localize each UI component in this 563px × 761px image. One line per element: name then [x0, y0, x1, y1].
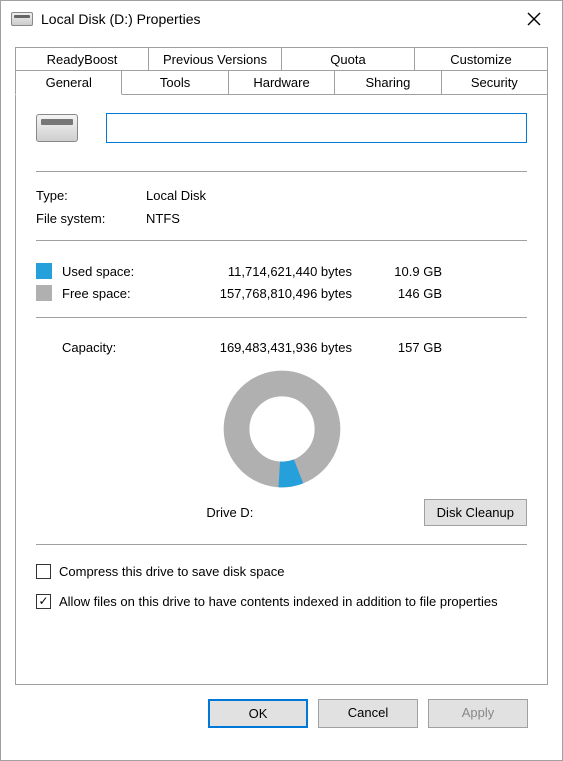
index-checkbox[interactable]: [36, 594, 51, 609]
close-button[interactable]: [514, 5, 554, 33]
tab-quota[interactable]: Quota: [282, 47, 415, 71]
compress-label: Compress this drive to save disk space: [59, 563, 284, 581]
capacity-label: Capacity:: [62, 340, 182, 355]
filesystem-row: File system: NTFS: [36, 211, 527, 226]
separator: [36, 240, 527, 241]
tab-panel-general: Type: Local Disk File system: NTFS Used …: [15, 94, 548, 685]
tab-security[interactable]: Security: [442, 70, 548, 94]
drive-row: Drive D: Disk Cleanup: [36, 499, 527, 526]
free-readable: 146 GB: [372, 286, 442, 301]
donut-chart-icon: [222, 369, 342, 489]
content-area: ReadyBoost Previous Versions Quota Custo…: [1, 37, 562, 760]
space-grid: Used space: 11,714,621,440 bytes 10.9 GB…: [36, 257, 527, 307]
separator: [36, 544, 527, 545]
window-title: Local Disk (D:) Properties: [33, 11, 514, 27]
separator: [36, 171, 527, 172]
cancel-button[interactable]: Cancel: [318, 699, 418, 728]
tab-customize[interactable]: Customize: [415, 47, 548, 71]
used-swatch-icon: [36, 263, 52, 279]
compress-checkbox[interactable]: [36, 564, 51, 579]
filesystem-label: File system:: [36, 211, 146, 226]
ok-button[interactable]: OK: [208, 699, 308, 728]
close-icon: [527, 12, 541, 26]
capacity-readable: 157 GB: [372, 340, 442, 355]
tab-readyboost[interactable]: ReadyBoost: [15, 47, 149, 71]
dialog-buttons: OK Cancel Apply: [15, 685, 548, 746]
properties-window: Local Disk (D:) Properties ReadyBoost Pr…: [0, 0, 563, 761]
capacity-row: Capacity: 169,483,431,936 bytes 157 GB: [36, 340, 527, 355]
used-bytes: 11,714,621,440 bytes: [182, 264, 372, 279]
tab-row-front: General Tools Hardware Sharing Security: [15, 70, 548, 94]
tab-sharing[interactable]: Sharing: [335, 70, 441, 94]
type-row: Type: Local Disk: [36, 188, 527, 203]
tab-strip: ReadyBoost Previous Versions Quota Custo…: [15, 47, 548, 94]
type-label: Type:: [36, 188, 146, 203]
free-swatch-icon: [36, 285, 52, 301]
compress-row: Compress this drive to save disk space: [36, 563, 527, 581]
used-space-row: Used space: 11,714,621,440 bytes 10.9 GB: [36, 263, 527, 279]
free-label: Free space:: [62, 286, 182, 301]
tab-previous-versions[interactable]: Previous Versions: [149, 47, 282, 71]
used-label: Used space:: [62, 264, 182, 279]
tab-hardware[interactable]: Hardware: [229, 70, 335, 94]
drive-name-input[interactable]: [106, 113, 527, 143]
disk-cleanup-button[interactable]: Disk Cleanup: [424, 499, 527, 526]
disk-icon: [11, 12, 33, 26]
usage-chart: [36, 369, 527, 489]
tab-general[interactable]: General: [15, 70, 122, 95]
filesystem-value: NTFS: [146, 211, 180, 226]
type-value: Local Disk: [146, 188, 206, 203]
titlebar: Local Disk (D:) Properties: [1, 1, 562, 37]
index-label: Allow files on this drive to have conten…: [59, 593, 498, 611]
separator: [36, 317, 527, 318]
used-readable: 10.9 GB: [372, 264, 442, 279]
apply-button: Apply: [428, 699, 528, 728]
tab-row-back: ReadyBoost Previous Versions Quota Custo…: [15, 47, 548, 71]
capacity-bytes: 169,483,431,936 bytes: [182, 340, 372, 355]
tab-tools[interactable]: Tools: [122, 70, 228, 94]
drive-icon: [36, 114, 78, 142]
free-bytes: 157,768,810,496 bytes: [182, 286, 372, 301]
free-space-row: Free space: 157,768,810,496 bytes 146 GB: [36, 285, 527, 301]
name-row: [36, 113, 527, 143]
index-row: Allow files on this drive to have conten…: [36, 593, 527, 611]
drive-label: Drive D:: [36, 505, 424, 520]
